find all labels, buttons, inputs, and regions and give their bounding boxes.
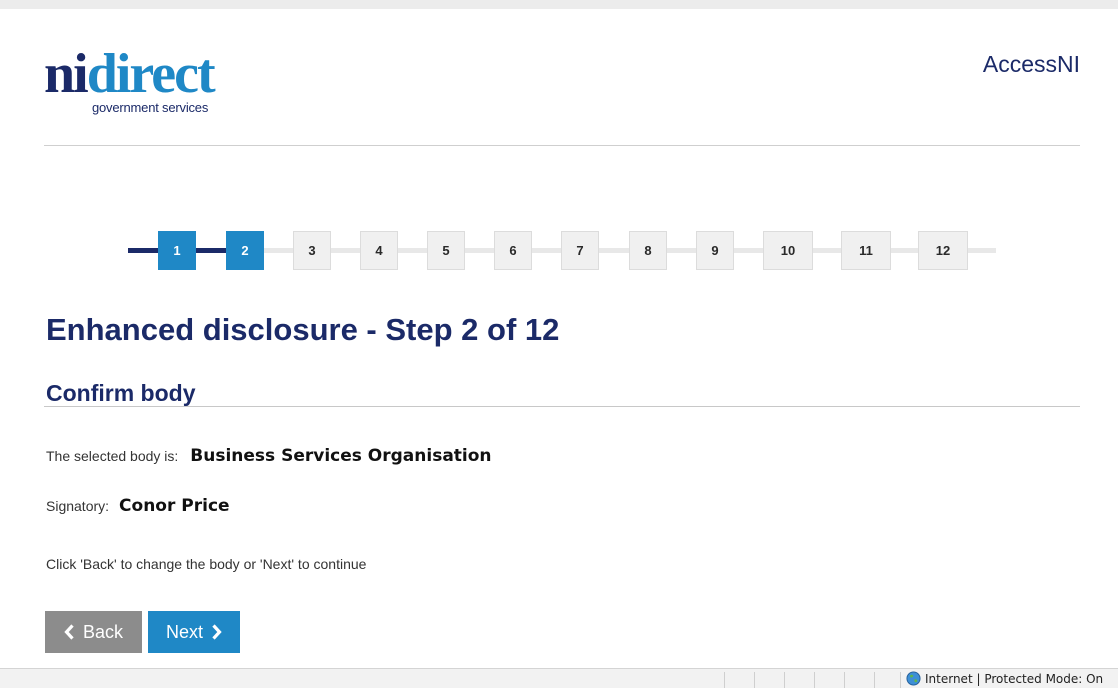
- step-9: 9: [696, 231, 734, 270]
- step-10: 10: [763, 231, 813, 270]
- logo-wordmark: nidirect: [44, 43, 216, 105]
- statusbar-separator: [874, 672, 875, 688]
- back-button-label: Back: [82, 621, 124, 642]
- page-title: Enhanced disclosure - Step 2 of 12: [46, 312, 560, 347]
- statusbar-separator: [754, 672, 755, 688]
- selected-body-value: Business Services Organisation: [190, 446, 492, 466]
- browser-status-bar: Internet | Protected Mode: On: [0, 668, 1118, 688]
- statusbar-separator: [784, 672, 785, 688]
- step-1: 1: [158, 231, 196, 270]
- header-divider: [44, 145, 1080, 146]
- step-8: 8: [629, 231, 667, 270]
- logo-tagline: government services: [92, 100, 209, 115]
- step-12: 12: [918, 231, 968, 270]
- step-7: 7: [561, 231, 599, 270]
- logo-direct-text: direct: [86, 43, 216, 105]
- progress-stepper: 1 2 3 4 5 6 7 8 9 10 11 12: [128, 231, 996, 270]
- statusbar-separator: [724, 672, 725, 688]
- statusbar-separator: [844, 672, 845, 688]
- service-name: AccessNI: [982, 51, 1080, 77]
- step-3: 3: [293, 231, 331, 270]
- step-2: 2: [226, 231, 264, 270]
- globe-icon: [906, 671, 921, 686]
- step-4: 4: [360, 231, 398, 270]
- statusbar-separator: [900, 672, 901, 688]
- next-button-label: Next: [165, 621, 203, 642]
- selected-body-row: The selected body is: Business Services O…: [46, 446, 492, 466]
- section-divider: [44, 406, 1080, 407]
- step-5: 5: [427, 231, 465, 270]
- signatory-value: Conor Price: [119, 496, 230, 516]
- chevron-left-icon: [64, 624, 74, 640]
- step-6: 6: [494, 231, 532, 270]
- window-top-border: [0, 0, 1118, 9]
- nidirect-logo[interactable]: nidirect government services: [44, 46, 264, 121]
- selected-body-label: The selected body is:: [46, 448, 179, 464]
- instructions-text: Click 'Back' to change the body or 'Next…: [46, 556, 367, 572]
- back-button[interactable]: Back: [45, 611, 142, 653]
- page: nidirect government services AccessNI 1 …: [0, 0, 1118, 688]
- security-zone-text: Internet | Protected Mode: On: [925, 671, 1104, 686]
- section-title: Confirm body: [46, 380, 196, 406]
- signatory-label: Signatory:: [46, 498, 110, 514]
- step-11: 11: [841, 231, 891, 270]
- chevron-right-icon: [212, 624, 222, 640]
- statusbar-separator: [814, 672, 815, 688]
- logo-ni-text: ni: [44, 43, 89, 105]
- security-zone-indicator[interactable]: Internet | Protected Mode: On: [906, 671, 1103, 686]
- signatory-row: Signatory: Conor Price: [46, 496, 230, 516]
- next-button[interactable]: Next: [148, 611, 240, 653]
